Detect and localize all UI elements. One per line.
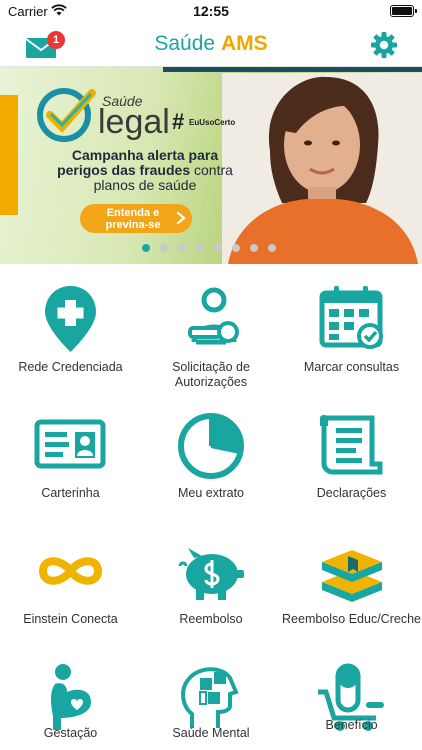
chevron-right-icon bbox=[176, 211, 186, 225]
id-card-icon-graphic bbox=[34, 419, 106, 469]
app-title: Saúde AMS bbox=[0, 32, 422, 56]
menu-tile-label: Benefício bbox=[325, 718, 378, 732]
carousel-pagination[interactable] bbox=[142, 244, 282, 254]
menu-tile-label: Einstein Conecta bbox=[23, 612, 118, 626]
id-card-icon bbox=[33, 410, 108, 480]
hashtag-symbol: # bbox=[172, 109, 185, 134]
pregnant-icon-graphic bbox=[51, 664, 91, 730]
pie-chart-icon-graphic bbox=[177, 413, 244, 479]
menu-tile-label: Declarações bbox=[316, 486, 387, 500]
menu-tile[interactable]: Saúde Mental bbox=[141, 658, 282, 750]
menu-tile[interactable]: Rede Credenciada bbox=[0, 280, 141, 406]
carousel-dot[interactable] bbox=[250, 244, 258, 252]
carousel-dot[interactable] bbox=[232, 244, 240, 252]
battery-icon bbox=[390, 5, 417, 17]
menu-tile[interactable]: Declarações bbox=[281, 406, 422, 532]
logo-word-legal: legal bbox=[98, 103, 170, 141]
location-pin-plus-icon-graphic bbox=[45, 286, 96, 352]
head-puzzle-icon bbox=[174, 662, 249, 732]
menu-tile[interactable]: Benefício bbox=[281, 658, 422, 750]
saude-legal-check-icon bbox=[37, 88, 96, 142]
piggy-bank-icon-graphic bbox=[178, 548, 244, 600]
carousel-dot[interactable] bbox=[142, 244, 150, 252]
person-key-icon-graphic bbox=[187, 287, 239, 345]
head-puzzle-icon-graphic bbox=[180, 667, 239, 728]
menu-tile[interactable]: Gestação bbox=[0, 658, 141, 750]
pie-chart-icon bbox=[174, 410, 249, 480]
headline-line-3: planos de saúde bbox=[93, 177, 197, 193]
menu-tile-label: Rede Credenciada bbox=[18, 360, 123, 374]
menu-tile[interactable]: Reembolso Educ/Creche bbox=[281, 532, 422, 658]
document-scroll-icon-graphic bbox=[320, 415, 383, 475]
person-key-icon bbox=[174, 284, 249, 354]
headline-2a: perigos das bbox=[57, 162, 140, 178]
menu-tile[interactable]: Carterinha bbox=[0, 406, 141, 532]
calendar-check-icon bbox=[314, 284, 389, 354]
banner-stripe bbox=[163, 67, 422, 72]
menu-tile-label: Carterinha bbox=[41, 486, 100, 500]
menu-tile-label: Marcar consultas bbox=[303, 360, 400, 374]
infinity-icon bbox=[33, 536, 108, 606]
brand-part-1: Saúde bbox=[154, 32, 216, 55]
woman-photo bbox=[222, 73, 422, 264]
location-pin-plus-icon bbox=[33, 284, 108, 354]
pregnant-icon bbox=[33, 662, 108, 732]
nav-bar: 1 Saúde AMS bbox=[0, 22, 422, 67]
menu-tile-label: Reembolso bbox=[179, 612, 243, 626]
banner-headline: Campanha alerta para perigos das fraudes… bbox=[38, 148, 252, 193]
carousel-dot[interactable] bbox=[160, 244, 168, 252]
brand-part-2: AMS bbox=[220, 32, 268, 55]
carousel-dot[interactable] bbox=[196, 244, 204, 252]
headline-line-1: Campanha alerta para bbox=[71, 147, 219, 163]
carousel-dot[interactable] bbox=[178, 244, 186, 252]
infinity-icon-graphic bbox=[38, 557, 103, 585]
menu-tile-label: Solicitação de Autorizações bbox=[172, 360, 250, 389]
calendar-check-icon-graphic bbox=[319, 286, 383, 349]
menu-tile[interactable]: Solicitação de Autorizações bbox=[141, 280, 282, 406]
carousel-dot[interactable] bbox=[214, 244, 222, 252]
settings-button[interactable] bbox=[369, 30, 399, 60]
menu-tile[interactable]: Meu extrato bbox=[141, 406, 282, 532]
books-icon bbox=[314, 536, 389, 606]
menu-tile-label: Meu extrato bbox=[177, 486, 244, 500]
piggy-bank-icon bbox=[174, 536, 249, 606]
document-scroll-icon bbox=[314, 410, 389, 480]
hashtag-text: EuUsoCerto bbox=[189, 118, 236, 127]
carousel-dot[interactable] bbox=[268, 244, 276, 252]
learn-more-button[interactable]: Entenda e previna-se bbox=[80, 204, 192, 233]
headline-2c: contra bbox=[190, 162, 233, 178]
books-icon-graphic bbox=[322, 550, 382, 602]
menu-tile[interactable]: Reembolso bbox=[141, 532, 282, 658]
menu-tile-label: Gestação bbox=[43, 726, 98, 740]
gear-icon bbox=[371, 32, 397, 58]
learn-more-label: Entenda e previna-se bbox=[105, 207, 161, 231]
headline-line-2: perigos das fraudes contra bbox=[38, 163, 252, 178]
status-bar: Carrier 12:55 bbox=[0, 0, 422, 22]
menu-tile-label: Saúde Mental bbox=[172, 726, 250, 740]
banner-accent-bar bbox=[0, 95, 18, 215]
menu-tile-label: Reembolso Educ/Creche bbox=[282, 612, 421, 626]
menu-tile[interactable]: Marcar consultas bbox=[281, 280, 422, 406]
promo-banner[interactable]: Saúde legal # EuUsoCerto Campanha alerta… bbox=[0, 67, 422, 264]
menu-tile[interactable]: Einstein Conecta bbox=[0, 532, 141, 658]
clock: 12:55 bbox=[193, 3, 229, 19]
headline-2b: fraudes bbox=[139, 162, 191, 178]
